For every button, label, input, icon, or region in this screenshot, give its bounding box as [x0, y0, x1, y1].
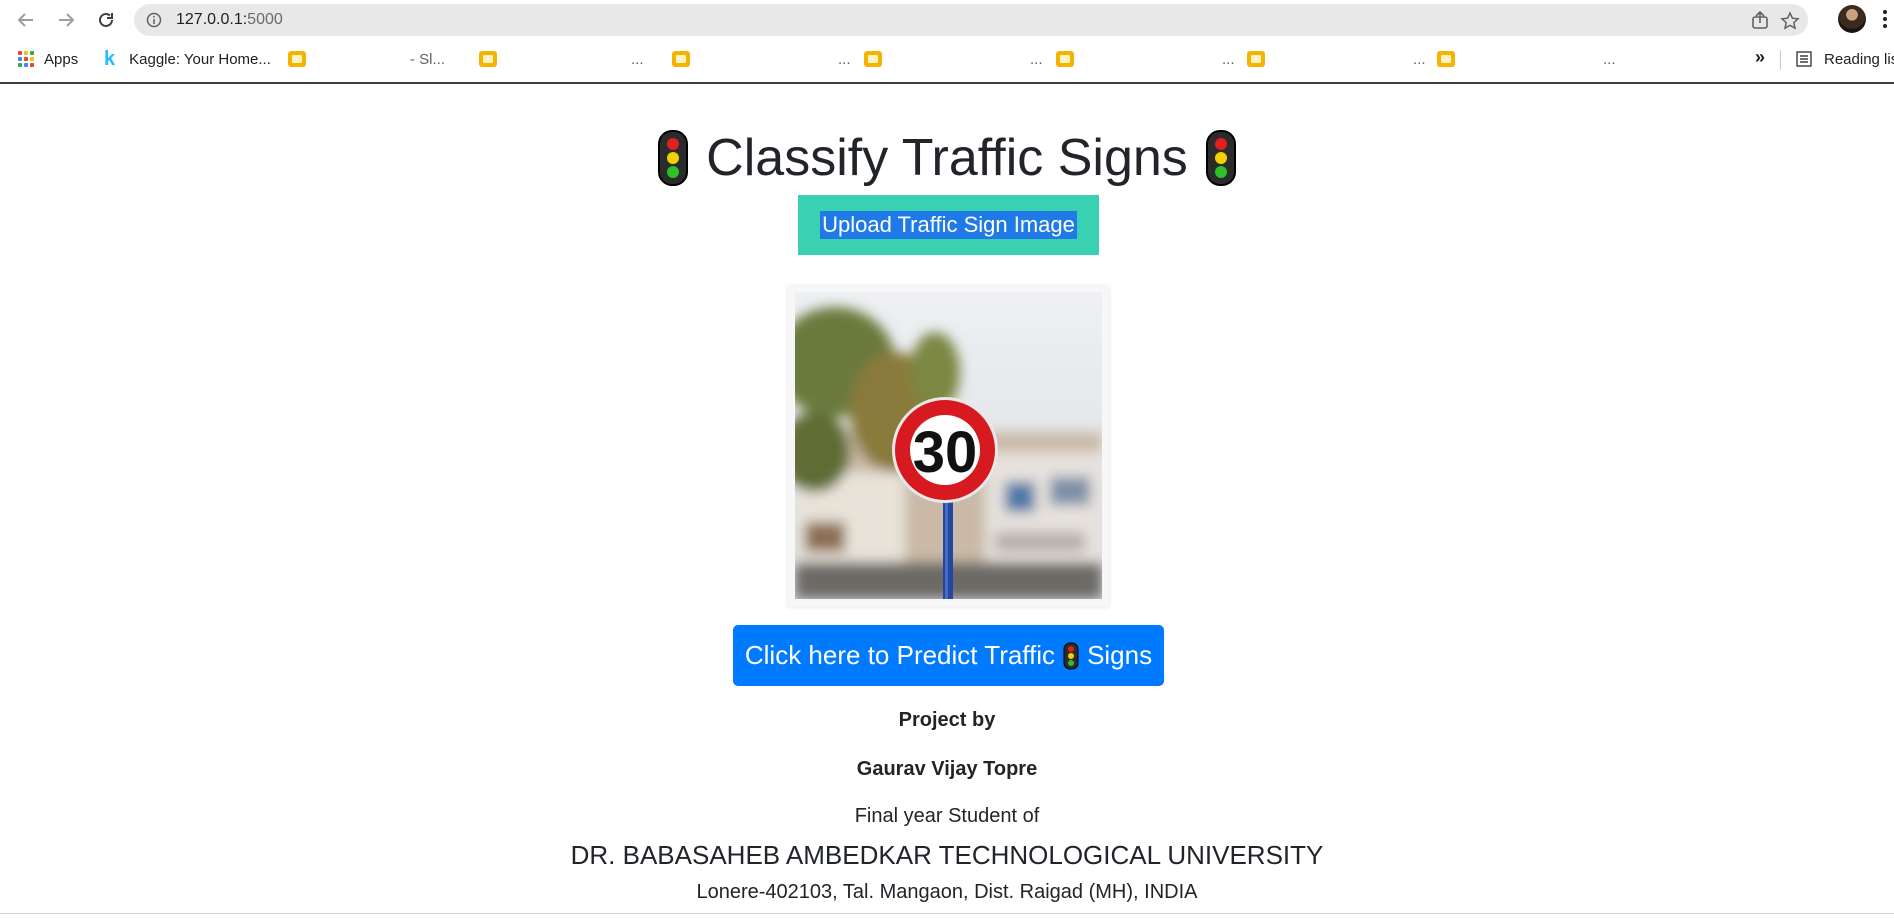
image-preview-frame: 30 — [788, 286, 1109, 607]
bookmark-folder-6-label: ... — [1413, 50, 1426, 68]
bookmarks-separator — [1780, 50, 1781, 70]
traffic-light-icon — [1063, 642, 1079, 669]
browser-toolbar: 127.0.0.1:5000 — [0, 0, 1894, 40]
upload-image-button[interactable]: Upload Traffic Sign Image — [798, 195, 1099, 255]
reading-list-label: Reading list — [1824, 50, 1894, 68]
page-title-row: Classify Traffic Signs — [0, 126, 1894, 190]
bookmark-folder-1-label: - Sl... — [410, 50, 446, 68]
bookmark-apps-label: Apps — [44, 50, 79, 68]
kaggle-icon: k — [104, 48, 116, 70]
reload-button[interactable] — [92, 6, 120, 34]
bookmark-apps[interactable]: Apps — [18, 48, 78, 70]
bookmark-folder-4-label: ... — [1030, 50, 1043, 68]
url-text[interactable]: 127.0.0.1:5000 — [176, 12, 283, 28]
predict-label-after: Signs — [1087, 640, 1153, 670]
slides-icon — [1247, 51, 1265, 67]
bookmark-folder-1[interactable]: - Sl... — [288, 48, 445, 70]
traffic-light-icon — [658, 130, 689, 186]
profile-avatar[interactable] — [1838, 5, 1866, 33]
bookmark-kaggle-label: Kaggle: Your Home... — [129, 50, 271, 68]
slides-icon — [1437, 51, 1455, 67]
page-title: Classify Traffic Signs — [706, 129, 1188, 187]
bookmark-kaggle[interactable]: k Kaggle: Your Home... — [104, 48, 271, 70]
bookmarks-overflow-button[interactable]: » — [1755, 47, 1765, 68]
url-port: 5000 — [247, 11, 283, 28]
traffic-sign-preview-image: 30 — [795, 292, 1102, 599]
predict-label-before: Click here to Predict Traffic — [744, 640, 1056, 670]
author-name: Gaurav Vijay Topre — [856, 758, 1038, 780]
page-bottom-border — [0, 913, 1894, 914]
more-menu-icon[interactable] — [1882, 8, 1888, 30]
bookmark-folder-5[interactable]: ... — [1056, 48, 1235, 70]
slides-icon — [864, 51, 882, 67]
reload-icon — [99, 12, 113, 27]
upload-image-label: Upload Traffic Sign Image — [820, 211, 1077, 239]
slides-icon — [672, 51, 690, 67]
star-icon[interactable] — [1780, 11, 1800, 31]
bookmarks-bar: Apps k Kaggle: Your Home... - Sl... ... … — [0, 44, 1894, 74]
browser-chrome: 127.0.0.1:5000 Apps k Kaggle: Your Home.… — [0, 0, 1894, 84]
project-by-heading: Project by — [898, 709, 996, 731]
share-icon[interactable] — [1750, 11, 1770, 31]
bookmark-folder-5-label: ... — [1222, 50, 1235, 68]
predict-button[interactable]: Click here to Predict Traffic Signs — [733, 625, 1164, 686]
reading-list[interactable]: Reading list — [1796, 48, 1894, 70]
bookmark-folder-2-label: ... — [631, 50, 644, 68]
bookmark-folder-2[interactable]: ... — [479, 48, 644, 70]
student-of-text: Final year Student of — [854, 805, 1040, 827]
apps-grid-icon — [18, 51, 34, 67]
back-arrow-icon — [17, 13, 33, 27]
slides-icon — [479, 51, 497, 67]
page-content: Classify Traffic Signs Upload Traffic Si… — [0, 86, 1894, 918]
info-icon[interactable] — [146, 12, 162, 28]
back-button[interactable] — [12, 6, 40, 34]
university-name: DR. BABASAHEB AMBEDKAR TECHNOLOGICAL UNI… — [570, 840, 1324, 870]
bookmark-folder-3[interactable]: ... — [672, 48, 851, 70]
bookmark-folder-3-label: ... — [838, 50, 851, 68]
bookmark-folder-7-label: ... — [1603, 50, 1616, 68]
slides-icon — [1056, 51, 1074, 67]
university-address: Lonere-402103, Tal. Mangaon, Dist. Raiga… — [696, 881, 1198, 903]
bookmark-folder-6[interactable]: ... — [1247, 48, 1426, 70]
reading-list-icon — [1796, 51, 1812, 67]
slides-icon — [288, 51, 306, 67]
bookmark-folder-4[interactable]: ... — [864, 48, 1043, 70]
forward-button[interactable] — [52, 6, 80, 34]
forward-arrow-icon — [59, 13, 75, 27]
traffic-light-icon — [1205, 130, 1236, 186]
bookmark-folder-7[interactable]: ... — [1437, 48, 1616, 70]
url-host: 127.0.0.1: — [176, 11, 248, 28]
sign-speed-value: 30 — [913, 420, 978, 485]
address-bar[interactable]: 127.0.0.1:5000 — [134, 4, 1808, 36]
